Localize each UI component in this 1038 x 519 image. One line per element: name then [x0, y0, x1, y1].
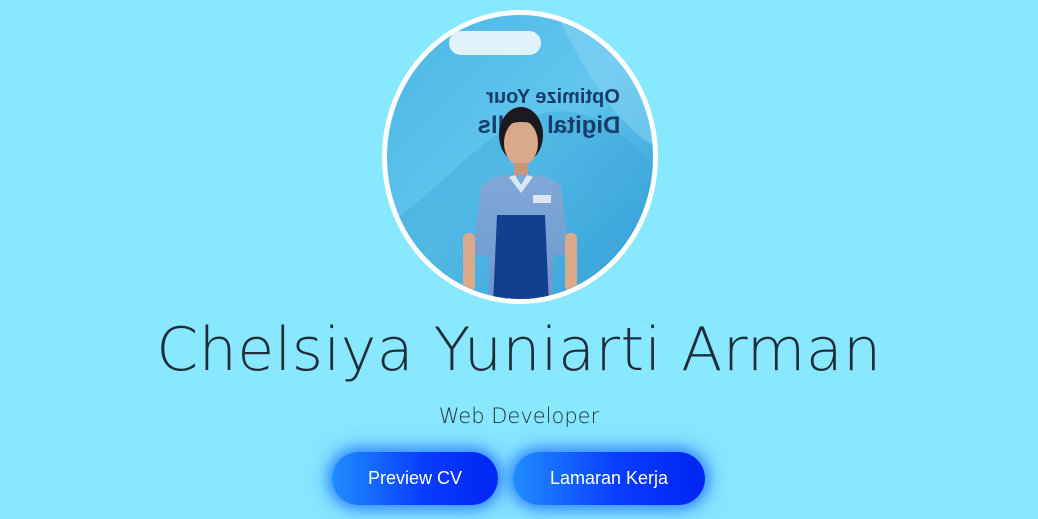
job-application-button[interactable]: Lamaran Kerja	[513, 452, 705, 505]
preview-cv-button[interactable]: Preview CV	[332, 452, 498, 505]
avatar-frame: Optimize Your Digital Skills	[382, 10, 658, 304]
profile-hero: Optimize Your Digital Skills Chelsiya Yu…	[0, 0, 1038, 519]
profile-photo: Optimize Your Digital Skills	[387, 15, 653, 299]
avatar: Optimize Your Digital Skills	[387, 15, 653, 299]
profile-role: Web Developer	[438, 404, 600, 428]
backdrop-text-line1: Optimize Your	[486, 86, 620, 108]
profile-name: Chelsiya Yuniarti Arman	[156, 315, 882, 385]
